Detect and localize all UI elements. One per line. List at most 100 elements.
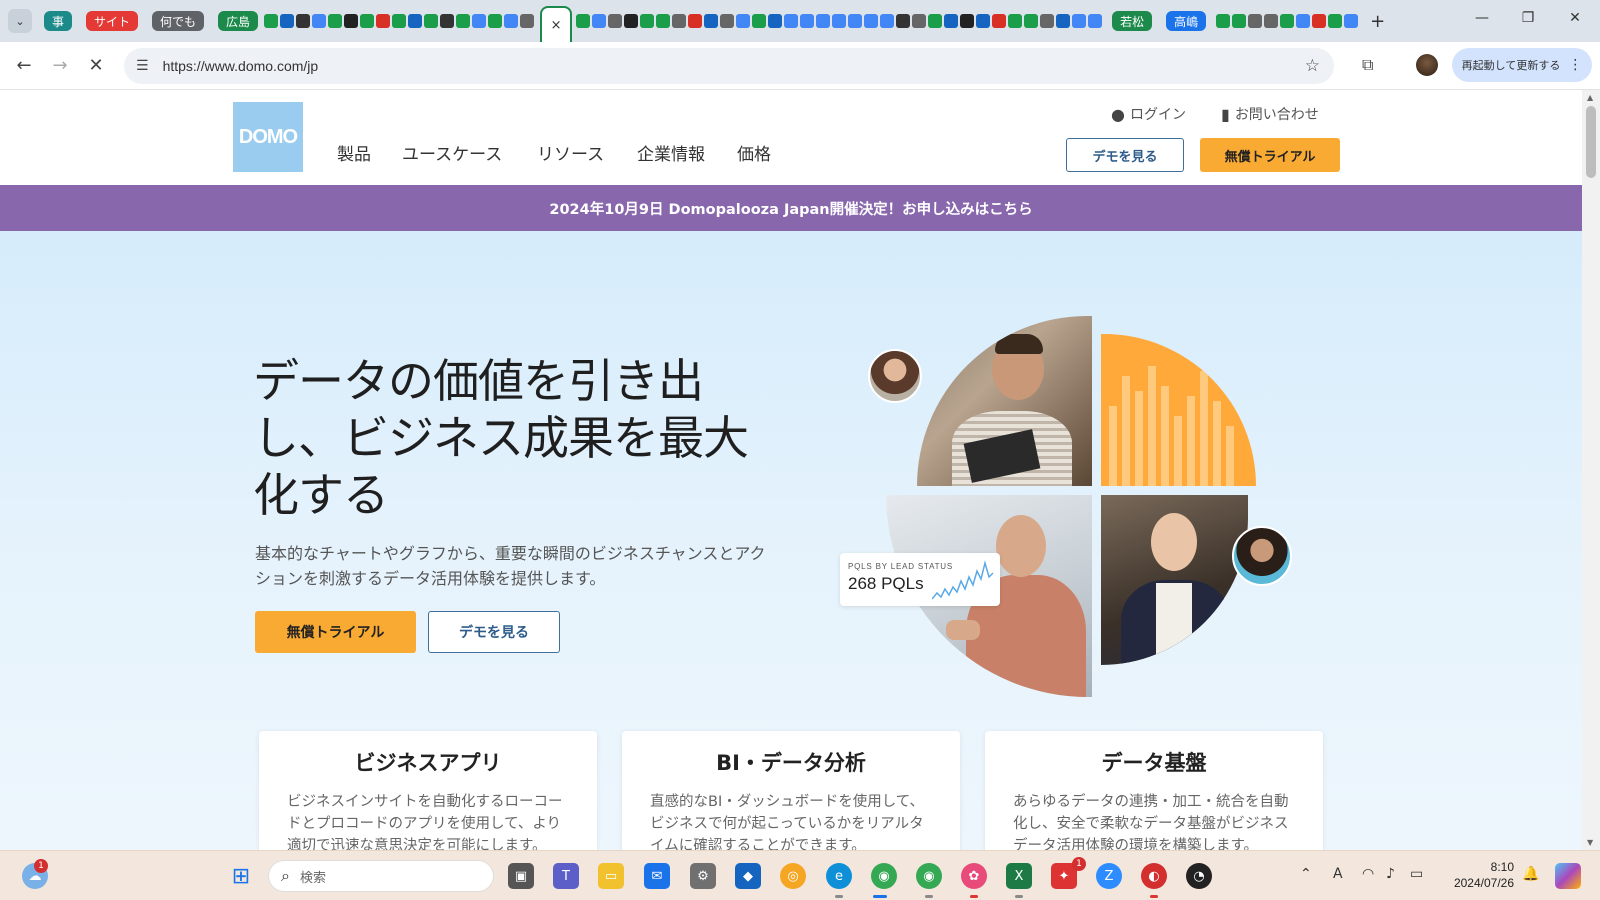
hero-demo-button[interactable]: デモを見る	[428, 611, 560, 653]
tab-favicon-icon[interactable]	[440, 14, 455, 28]
settings-gear-icon[interactable]: ⚙	[690, 863, 716, 889]
tab-favicon-icon[interactable]	[488, 14, 503, 28]
teams-icon[interactable]: T	[553, 863, 579, 889]
tab-favicon-icon[interactable]	[504, 14, 519, 28]
tab-favicon-icon[interactable]	[896, 14, 911, 28]
speaker-icon[interactable]: ♪	[1386, 866, 1395, 882]
tray-overflow-icon[interactable]: ⌃	[1300, 866, 1312, 882]
tab-favicon-icon[interactable]	[848, 14, 863, 28]
contact-link[interactable]: ▮ お問い合わせ	[1221, 104, 1319, 124]
hero-trial-button[interactable]: 無償トライアル	[255, 611, 416, 653]
ime-indicator[interactable]: A	[1333, 866, 1343, 882]
tab-favicon-icon[interactable]	[312, 14, 327, 28]
feature-card-bi-analytics[interactable]: BI・データ分析 直感的なBI・ダッシュボードを使用して、ビジネスで何が起こって…	[622, 731, 960, 850]
tab-favicon-icon[interactable]	[328, 14, 343, 28]
app-icon[interactable]: ✿	[961, 863, 987, 889]
tab-favicon-icon[interactable]	[640, 14, 655, 28]
header-demo-button[interactable]: デモを見る	[1066, 138, 1184, 172]
tab-favicon-icon[interactable]	[392, 14, 407, 28]
tab-favicon-icon[interactable]	[736, 14, 751, 28]
tab-favicon-icon[interactable]	[1344, 14, 1359, 28]
tab-favicon-icon[interactable]	[576, 14, 591, 28]
close-window-icon[interactable]: ✕	[1565, 10, 1585, 26]
tab-favicon-icon[interactable]	[264, 14, 279, 28]
task-view-icon[interactable]: ▣	[508, 863, 534, 889]
nav-resources[interactable]: リソース	[537, 140, 604, 165]
tab-group-chip[interactable]: 若松	[1112, 11, 1153, 31]
tab-favicon-icon[interactable]	[784, 14, 799, 28]
tab-favicon-icon[interactable]	[280, 14, 295, 28]
site-info-icon[interactable]: ☰	[136, 58, 149, 74]
tab-favicon-icon[interactable]	[960, 14, 975, 28]
tab-favicon-icon[interactable]	[1072, 14, 1087, 28]
nav-use-cases[interactable]: ユースケース	[402, 140, 502, 165]
feature-card-data-foundation[interactable]: データ基盤 あらゆるデータの連携・加工・統合を自動化し、安全で柔軟なデータ基盤が…	[985, 731, 1323, 850]
excel-icon[interactable]: X	[1006, 863, 1032, 889]
edge-browser-icon[interactable]: e	[826, 863, 852, 889]
copilot-icon[interactable]	[1555, 863, 1581, 889]
taskbar-search[interactable]: ⌕ 検索	[268, 860, 494, 892]
tab-favicon-icon[interactable]	[832, 14, 847, 28]
tab-favicon-icon[interactable]	[1216, 14, 1231, 28]
tab-group-chip[interactable]: サイト	[86, 11, 139, 31]
tab-favicon-icon[interactable]	[1088, 14, 1103, 28]
tab-favicon-icon[interactable]	[656, 14, 671, 28]
stop-loading-icon[interactable]: ✕	[78, 55, 114, 76]
app-icon[interactable]: ◆	[735, 863, 761, 889]
tab-favicon-icon[interactable]	[472, 14, 487, 28]
tab-favicon-icon[interactable]	[672, 14, 687, 28]
domo-logo[interactable]: DOMO	[233, 102, 303, 172]
tab-favicon-icon[interactable]	[928, 14, 943, 28]
tab-favicon-icon[interactable]	[912, 14, 927, 28]
file-explorer-icon[interactable]: ▭	[598, 863, 624, 889]
tab-favicon-icon[interactable]	[1280, 14, 1295, 28]
tab-favicon-icon[interactable]	[752, 14, 767, 28]
header-trial-button[interactable]: 無償トライアル	[1200, 138, 1340, 172]
active-tab-close-icon[interactable]: ×	[540, 6, 573, 42]
tab-favicon-icon[interactable]	[864, 14, 879, 28]
new-tab-plus-icon[interactable]: +	[1370, 11, 1385, 32]
restore-icon[interactable]: ❐	[1518, 10, 1538, 26]
tab-favicon-icon[interactable]	[976, 14, 991, 28]
tab-favicon-icon[interactable]	[624, 14, 639, 28]
back-arrow-icon[interactable]: ←	[6, 55, 42, 76]
tab-favicon-icon[interactable]	[1008, 14, 1023, 28]
tab-favicon-icon[interactable]	[592, 14, 607, 28]
minimize-icon[interactable]: —	[1472, 10, 1492, 26]
wifi-icon[interactable]: ◠	[1362, 866, 1374, 882]
chrome-browser-icon[interactable]: ◉	[871, 863, 897, 889]
tab-favicon-icon[interactable]	[1328, 14, 1343, 28]
tab-favicon-icon[interactable]	[408, 14, 423, 28]
tab-favicon-icon[interactable]	[768, 14, 783, 28]
tab-favicon-icon[interactable]	[456, 14, 471, 28]
tab-group-chip[interactable]: 広島	[218, 11, 259, 31]
mail-icon[interactable]: ✉	[644, 863, 670, 889]
tab-favicon-icon[interactable]	[1056, 14, 1071, 28]
tab-group-chip[interactable]: 何でも	[152, 11, 205, 31]
update-browser-button[interactable]: 再起動して更新する ⋮	[1452, 48, 1592, 82]
tab-favicon-icon[interactable]	[1024, 14, 1039, 28]
tab-group-chip[interactable]: 高嶋	[1166, 11, 1207, 31]
tab-favicon-icon[interactable]	[376, 14, 391, 28]
battery-icon[interactable]: ▭	[1410, 866, 1423, 882]
tab-favicon-icon[interactable]	[608, 14, 623, 28]
tab-favicon-icon[interactable]	[688, 14, 703, 28]
tab-favicon-icon[interactable]	[1296, 14, 1311, 28]
tab-group-chip[interactable]: 事	[44, 11, 73, 31]
bookmark-star-icon[interactable]: ☆	[1305, 56, 1320, 76]
tab-favicon-icon[interactable]	[800, 14, 815, 28]
page-scrollbar[interactable]: ▲ ▼	[1582, 90, 1600, 850]
tab-favicon-icon[interactable]	[704, 14, 719, 28]
event-banner[interactable]: 2024年10月9日 Domopalooza Japan開催決定！お申し込みはこ…	[0, 185, 1582, 231]
nav-company[interactable]: 企業情報	[637, 140, 705, 165]
tab-favicon-icon[interactable]	[296, 14, 311, 28]
extensions-puzzle-icon[interactable]: ⧉	[1362, 55, 1373, 75]
tab-favicon-icon[interactable]	[880, 14, 895, 28]
chrome-browser-icon[interactable]: ◉	[916, 863, 942, 889]
address-bar[interactable]: ☰ https://www.domo.com/jp ☆	[124, 48, 1334, 84]
nav-products[interactable]: 製品	[337, 140, 371, 165]
app-icon[interactable]: ◐	[1141, 863, 1167, 889]
tab-favicon-icon[interactable]	[1312, 14, 1327, 28]
tab-favicon-icon[interactable]	[1232, 14, 1247, 28]
clock[interactable]: 8:10 2024/07/26	[1444, 859, 1514, 891]
